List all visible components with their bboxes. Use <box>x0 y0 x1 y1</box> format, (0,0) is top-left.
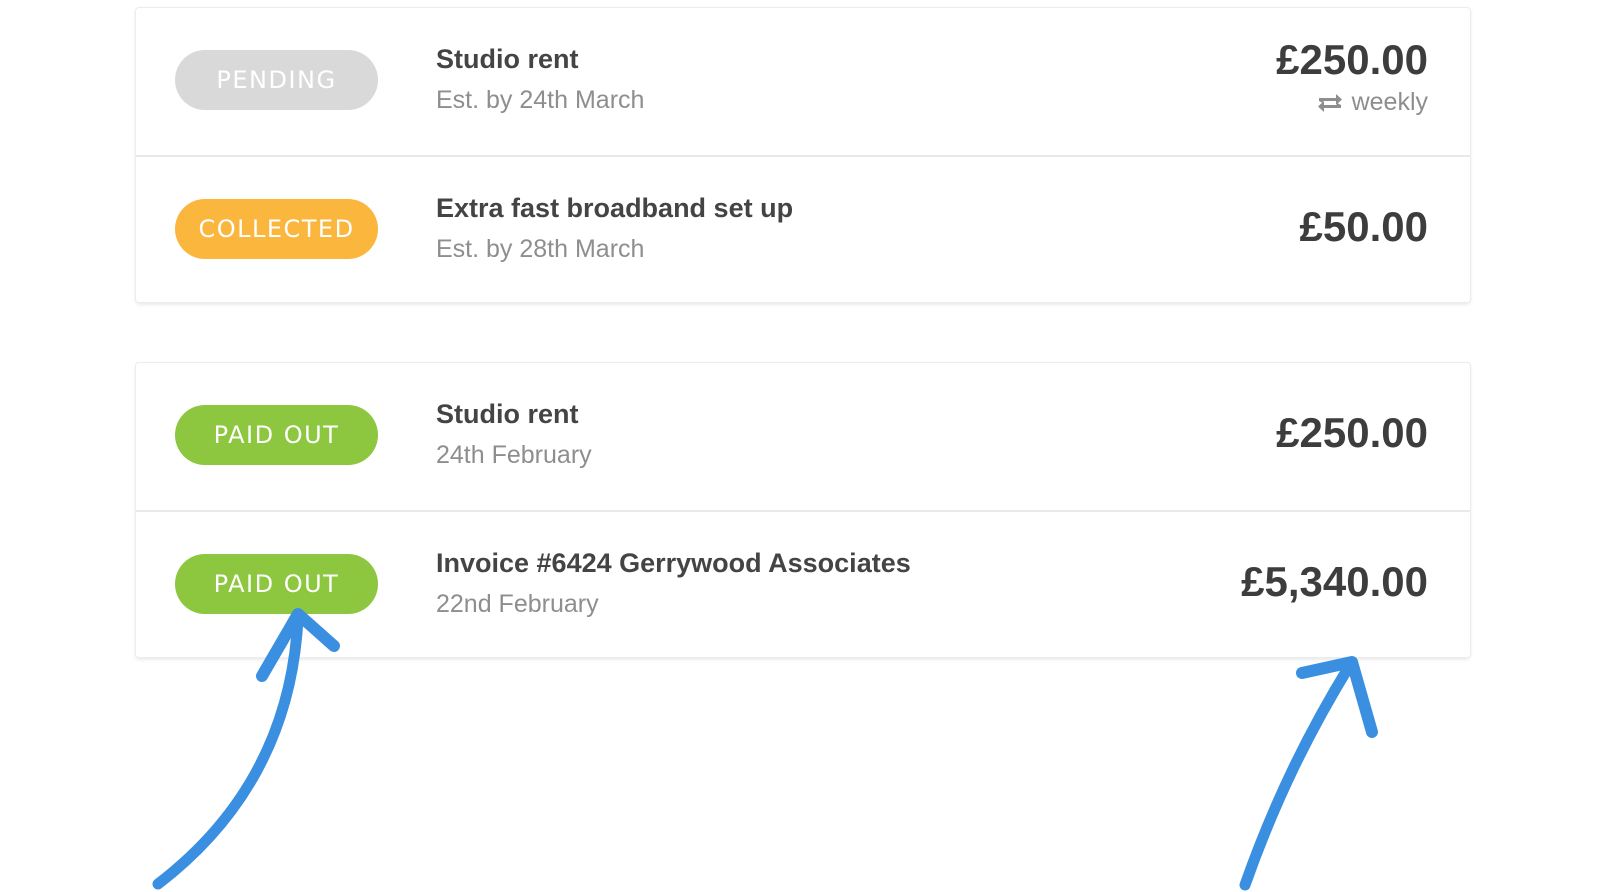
status-badge-collected: COLLECTED <box>175 199 378 259</box>
status-badge-pending: PENDING <box>175 50 378 110</box>
payment-amount: £250.00 <box>1276 36 1428 83</box>
payment-amount: £5,340.00 <box>1241 558 1428 605</box>
payment-date: 24th February <box>436 441 592 469</box>
repeat-icon <box>1317 93 1342 112</box>
payment-row[interactable]: PAID OUT Studio rent 24th February £250.… <box>136 363 1470 510</box>
payment-amount: £250.00 <box>1276 409 1428 456</box>
status-badge-paid-out: PAID OUT <box>175 554 378 614</box>
recurrence-label: weekly <box>1351 88 1428 116</box>
payment-date: Est. by 28th March <box>436 235 645 263</box>
recurrence-info: weekly <box>1316 88 1428 117</box>
payment-row[interactable]: PAID OUT Invoice #6424 Gerrywood Associa… <box>136 510 1470 657</box>
upcoming-payments-card: PENDING Studio rent Est. by 24th March £… <box>136 8 1470 302</box>
payment-title: Invoice #6424 Gerrywood Associates <box>436 548 911 578</box>
arrow-to-amount-icon <box>1239 656 1378 891</box>
payment-row[interactable]: PENDING Studio rent Est. by 24th March £… <box>136 8 1470 155</box>
past-payments-card: PAID OUT Studio rent 24th February £250.… <box>136 363 1470 657</box>
payment-date: 22nd February <box>436 590 599 618</box>
payment-row[interactable]: COLLECTED Extra fast broadband set up Es… <box>136 155 1470 302</box>
payment-date: Est. by 24th March <box>436 86 645 114</box>
status-badge-paid-out: PAID OUT <box>175 405 378 465</box>
payment-title: Studio rent <box>436 399 579 429</box>
payment-title: Extra fast broadband set up <box>436 193 794 223</box>
payments-view: PENDING Studio rent Est. by 24th March £… <box>0 0 1600 892</box>
payment-title: Studio rent <box>436 44 579 74</box>
payment-amount: £50.00 <box>1299 203 1428 250</box>
